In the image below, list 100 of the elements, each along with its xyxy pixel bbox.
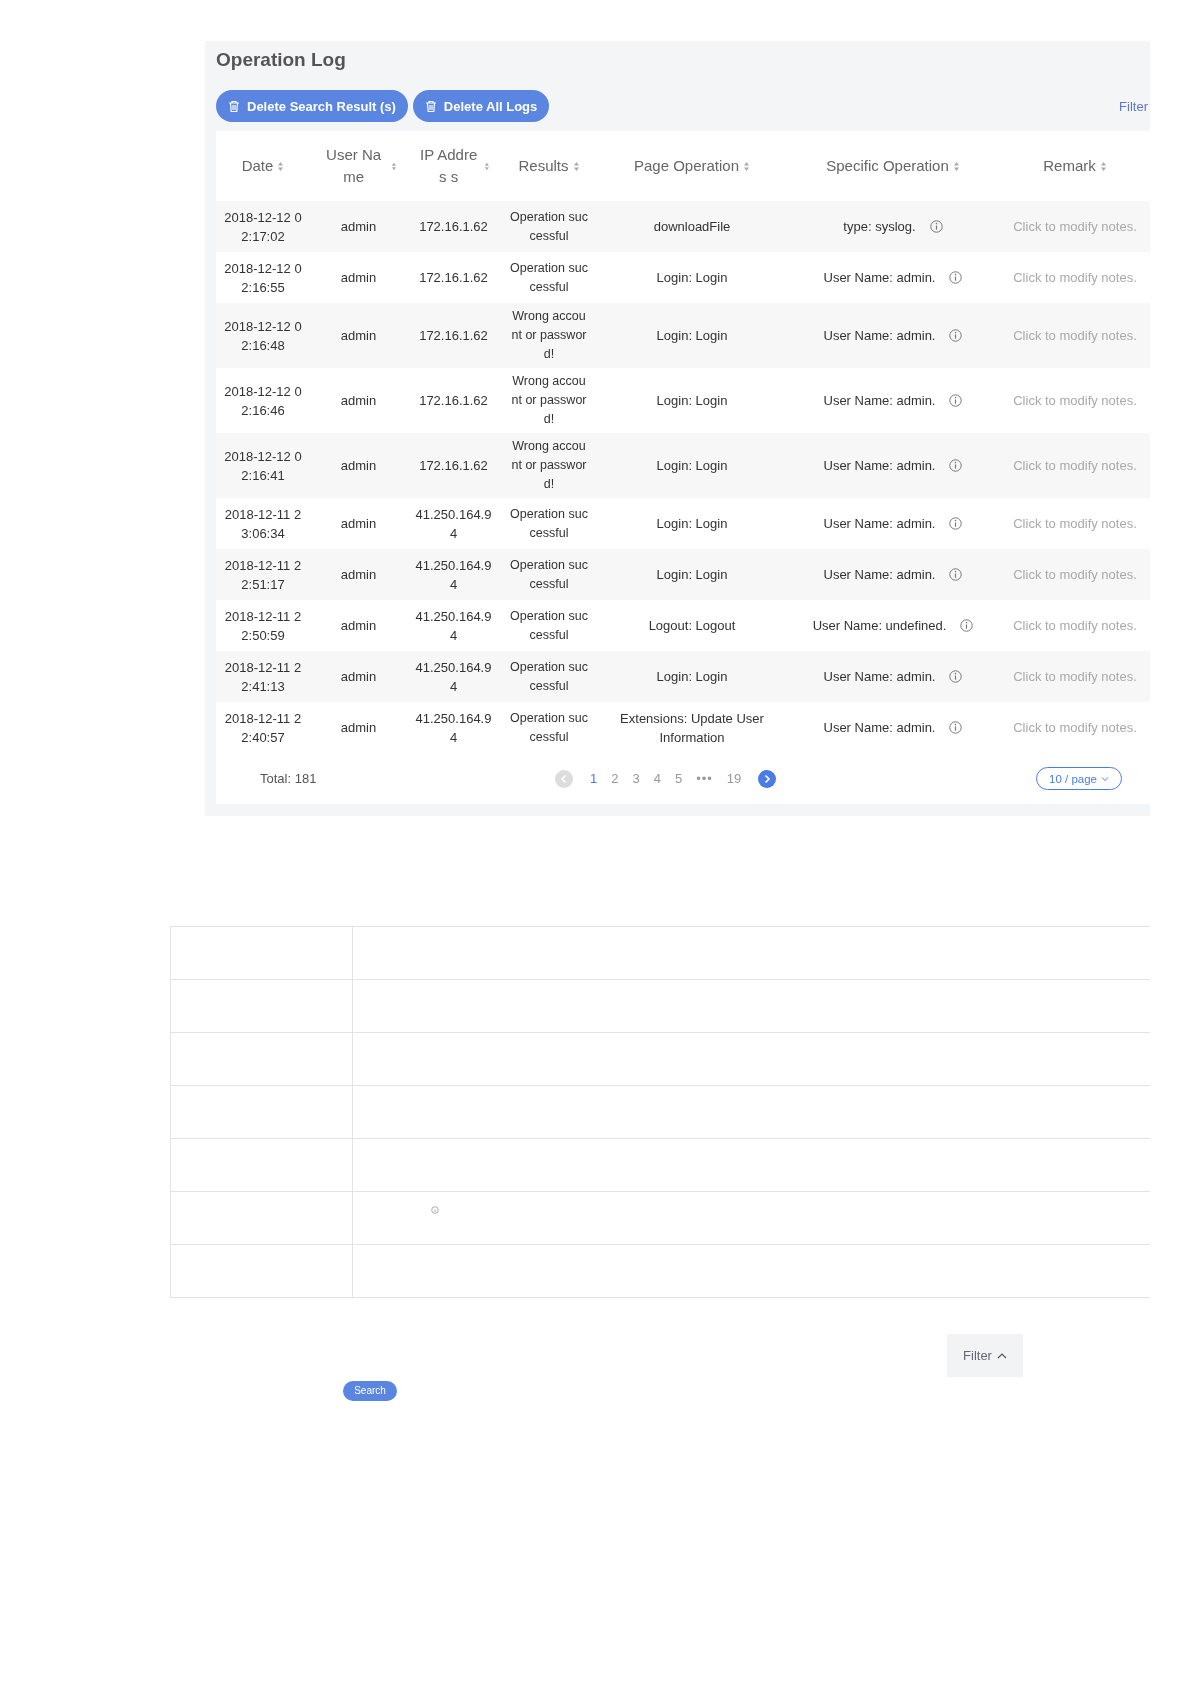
sort-icon[interactable] xyxy=(572,160,580,172)
filter-button[interactable]: Filter xyxy=(947,1334,1023,1377)
table-cell-text: 2018-12-11 22:50:59 xyxy=(223,607,303,645)
table-cell-text: Login: Login xyxy=(656,457,728,475)
table-cell: User Name: admin. xyxy=(823,567,936,582)
table-cell-text: Wrong account or password! xyxy=(510,308,588,363)
search-button[interactable]: Search xyxy=(343,1380,397,1401)
sort-icon[interactable] xyxy=(952,160,960,172)
table-cell: admin xyxy=(340,219,377,234)
column-header[interactable]: Specific Operation xyxy=(786,131,1000,201)
table-cell-text: Operation successful xyxy=(509,607,589,644)
info-icon[interactable] xyxy=(960,619,974,632)
table-cell: admin xyxy=(340,270,377,285)
table-cell-text: Operation successful xyxy=(509,505,589,542)
table-cell: User Name: admin. xyxy=(823,270,936,285)
table-cell: admin xyxy=(340,618,377,633)
remark-link[interactable]: Click to modify notes. xyxy=(1013,669,1137,684)
table-cell-text: Wrong account or password! xyxy=(510,373,588,428)
table-cell-text: 172.16.1.62 xyxy=(418,457,489,475)
remark-link[interactable]: Click to modify notes. xyxy=(1013,458,1137,473)
delete-button[interactable]: Delete Search Result (s) xyxy=(216,90,408,122)
column-header[interactable]: Date xyxy=(216,131,310,201)
info-icon[interactable] xyxy=(929,220,943,233)
table-cell-text: Wrong account or password! xyxy=(510,438,588,493)
page-link[interactable]: 4 xyxy=(646,771,668,786)
table-cell-text: Logout: Logout xyxy=(648,617,736,635)
table-cell-text: 2018-12-12 02:16:48 xyxy=(223,317,303,355)
info-icon[interactable] xyxy=(949,329,963,342)
trash-icon xyxy=(424,99,437,113)
table-cell: admin xyxy=(340,458,377,473)
table-cell-text: Operation successful xyxy=(509,556,589,593)
info-icon[interactable] xyxy=(949,394,963,407)
table-cell-text: 172.16.1.62 xyxy=(418,218,489,236)
table-cell: admin xyxy=(340,669,377,684)
page-size-select[interactable]: 10 / page xyxy=(1036,767,1122,790)
table-cell-text: 2018-12-12 02:16:55 xyxy=(223,259,303,297)
table-cell-text: 2018-12-12 02:16:41 xyxy=(223,447,303,485)
table-cell-text: 2018-12-12 02:16:46 xyxy=(223,382,303,420)
column-header[interactable]: Page Operation xyxy=(598,131,786,201)
info-icon[interactable] xyxy=(949,721,963,734)
table-cell: User Name: admin. xyxy=(823,458,936,473)
table-cell: admin xyxy=(340,720,377,735)
table-cell-text: Operation successful xyxy=(509,709,589,746)
table-cell: admin xyxy=(340,393,377,408)
table-cell: admin xyxy=(340,567,377,582)
sort-icon[interactable] xyxy=(743,160,751,172)
caret-icon xyxy=(1101,775,1109,782)
table-cell-text: Login: Login xyxy=(656,668,728,686)
page-link[interactable]: 19 xyxy=(719,771,749,786)
info-icon[interactable] xyxy=(949,568,963,581)
info-icon[interactable] xyxy=(949,517,963,530)
table-cell-text: Login: Login xyxy=(656,327,728,345)
table-cell: User Name: admin. xyxy=(823,669,936,684)
table-cell-text: Login: Login xyxy=(656,566,728,584)
table-cell: admin xyxy=(340,328,377,343)
table-cell-text: 41.250.164.94 xyxy=(414,658,493,696)
table-cell-text: 2018-12-11 22:51:17 xyxy=(223,556,303,594)
total-count: Total: 181 xyxy=(260,771,318,786)
info-icon[interactable] xyxy=(949,271,963,284)
table-cell: User Name: admin. xyxy=(823,393,936,408)
table-cell: User Name: admin. xyxy=(823,328,936,343)
panel-title: Operation Log xyxy=(216,48,347,72)
info-icon[interactable] xyxy=(431,1206,439,1214)
filter-link[interactable]: Filter xyxy=(1119,98,1150,114)
sort-icon[interactable] xyxy=(1099,160,1107,172)
remark-link[interactable]: Click to modify notes. xyxy=(1013,618,1137,633)
table-cell-text: 41.250.164.94 xyxy=(414,607,493,645)
info-icon[interactable] xyxy=(949,670,963,683)
remark-link[interactable]: Click to modify notes. xyxy=(1013,270,1137,285)
page-link[interactable]: 5 xyxy=(667,771,690,786)
remark-link[interactable]: Click to modify notes. xyxy=(1013,516,1137,531)
table-cell-text: 41.250.164.94 xyxy=(414,709,493,747)
table-cell-text: Login: Login xyxy=(656,392,728,410)
remark-link[interactable]: Click to modify notes. xyxy=(1013,219,1137,234)
table-cell-text: downloadFile xyxy=(653,218,731,236)
sort-icon[interactable] xyxy=(391,160,397,172)
table-cell-text: 2018-12-11 22:41:13 xyxy=(223,658,303,696)
page-link[interactable]: 3 xyxy=(625,771,647,786)
caret-up-icon xyxy=(996,1352,1007,1359)
column-header[interactable]: IP Addres s xyxy=(407,131,500,201)
table-cell: type: syslog. xyxy=(843,219,916,234)
column-header[interactable]: User Na me xyxy=(310,131,407,201)
sort-icon[interactable] xyxy=(484,160,490,172)
table-cell: User Name: undefined. xyxy=(812,618,947,633)
column-header[interactable]: Results xyxy=(500,131,598,201)
table-cell-text: 41.250.164.94 xyxy=(414,556,493,594)
ellipsis[interactable]: ••• xyxy=(689,771,720,786)
next-page-icon[interactable] xyxy=(758,769,777,788)
info-icon[interactable] xyxy=(949,459,963,472)
remark-link[interactable]: Click to modify notes. xyxy=(1013,567,1137,582)
page-link[interactable]: 2 xyxy=(604,771,626,786)
remark-link[interactable]: Click to modify notes. xyxy=(1013,720,1137,735)
delete-button[interactable]: Delete All Logs xyxy=(412,90,550,122)
sort-icon[interactable] xyxy=(277,160,285,172)
page-link[interactable]: 1 xyxy=(583,771,605,786)
remark-link[interactable]: Click to modify notes. xyxy=(1013,393,1137,408)
table-cell-text: 2018-12-11 23:06:34 xyxy=(223,505,303,543)
table-cell-text: Operation successful xyxy=(509,259,589,296)
remark-link[interactable]: Click to modify notes. xyxy=(1013,328,1137,343)
column-header[interactable]: Remark xyxy=(1000,131,1150,201)
